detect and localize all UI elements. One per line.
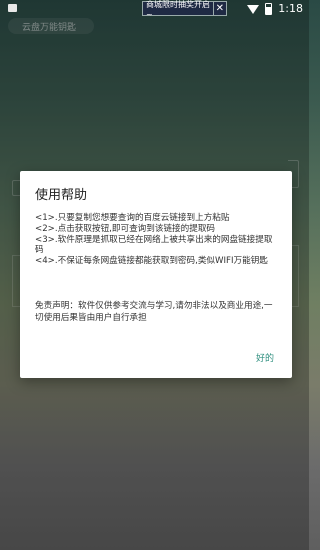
instruction-line: <2>.点击获取按钮,即可查询到该链接的提取码 [35,223,216,234]
ad-banner[interactable]: 商城限时抽奖开启~ ✕ [142,0,227,19]
disclaimer-text: 免责声明：软件仅供参考交流与学习,请勿非法以及商业用途,一切使用后果皆由用户自行… [35,301,273,323]
status-indicators: 1:18 [247,2,303,15]
ad-text: 商城限时抽奖开启~ [146,0,210,19]
instruction-line: <1>.只要复制您想要查询的百度云链接到上方粘贴 [35,213,230,223]
status-bar: 商城限时抽奖开启~ ✕ 1:18 [0,0,309,19]
wifi-icon [247,4,260,14]
battery-icon [265,2,273,15]
clock: 1:18 [278,2,303,15]
dialog-instructions: <1>.只要复制您想要查询的百度云链接到上方粘贴 <2>.点击获取按钮,即可查询… [35,213,281,267]
instruction-line: <3>.软件原理是抓取已经在网络上被共享出来的网盘链接提取码 [35,234,273,256]
dialog-title: 使用帮助 [35,188,88,203]
notification-icon [8,4,17,12]
ok-button[interactable]: 好的 [256,351,274,364]
help-dialog: 使用帮助 <1>.只要复制您想要查询的百度云链接到上方粘贴 <2>.点击获取按钮… [20,171,292,378]
close-icon[interactable]: ✕ [212,2,226,15]
instruction-line: <4>.不保证每条网盘链接都能获取到密码,类似WIFI万能钥匙 [35,256,268,267]
